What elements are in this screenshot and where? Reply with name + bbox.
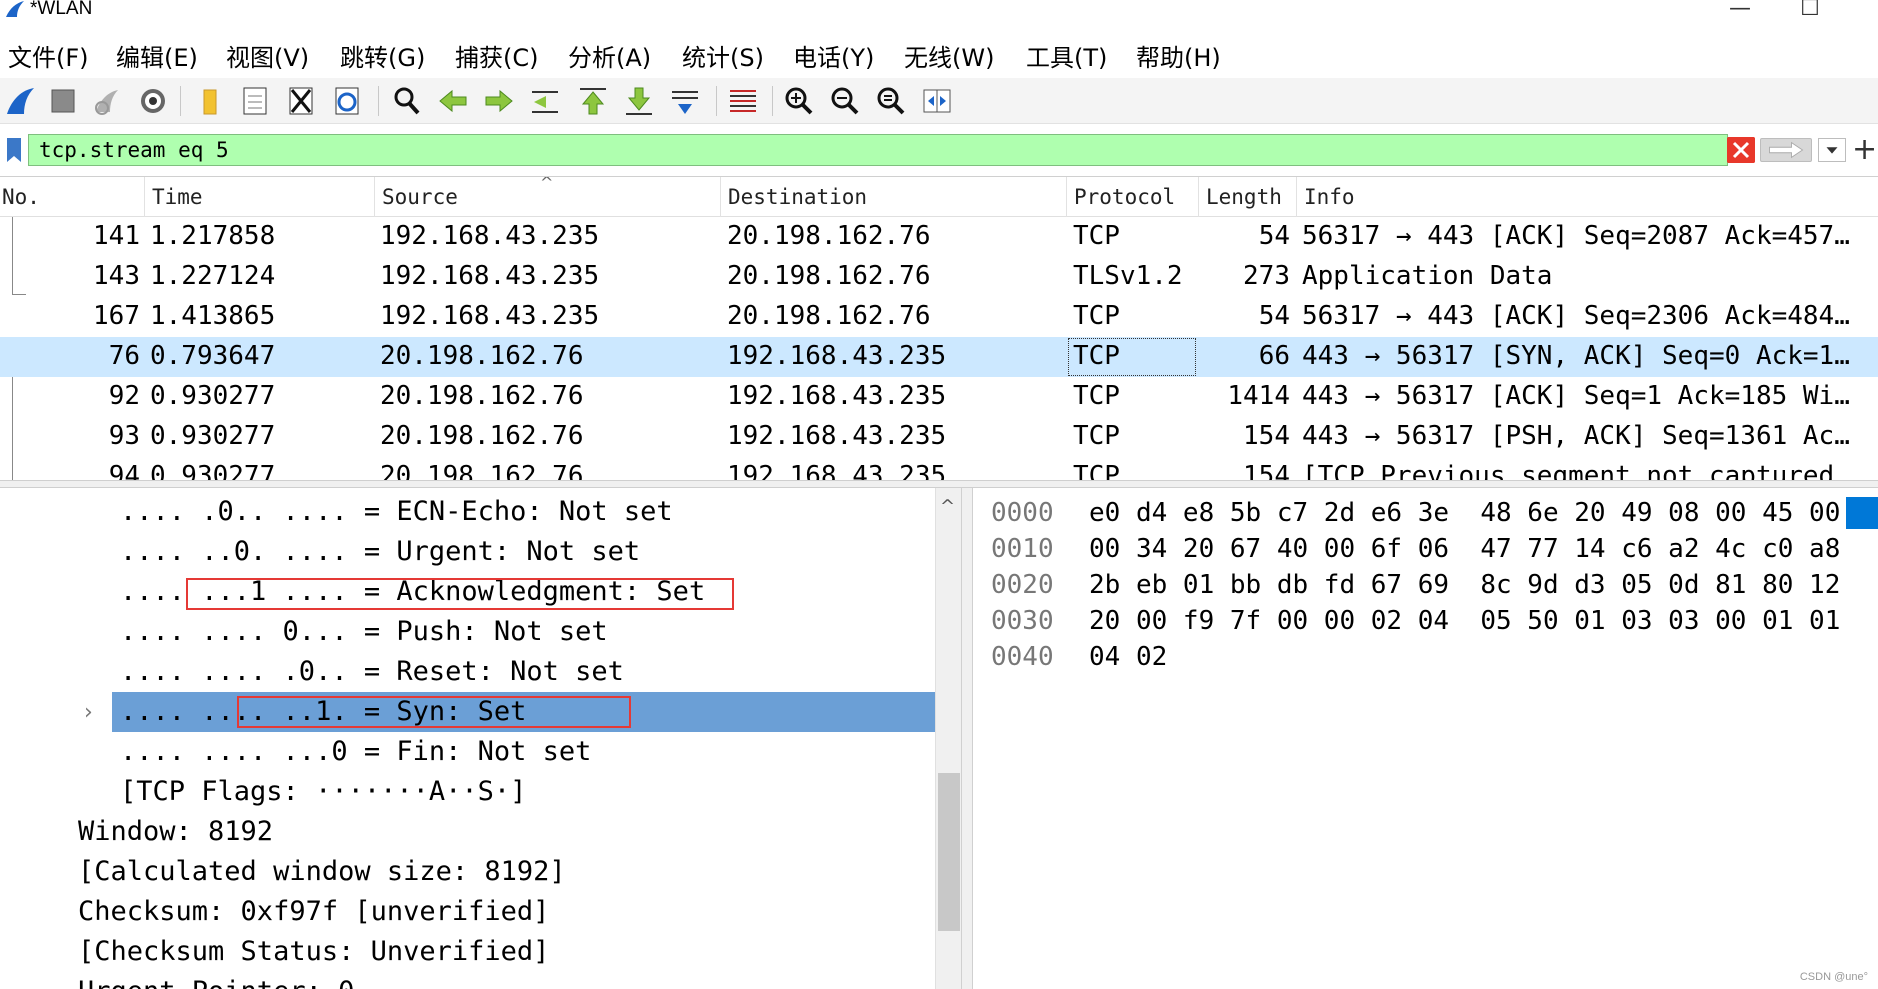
display-filter-bar: tcp.stream eq 5 + bbox=[0, 132, 1878, 168]
menu-edit[interactable]: 编辑(E) bbox=[116, 38, 198, 73]
packet-row[interactable]: 93 0.930277 20.198.162.76 192.168.43.235… bbox=[0, 417, 1878, 457]
restart-icon[interactable] bbox=[90, 84, 124, 118]
packet-row[interactable]: 94 0.930277 20.198.162.76 192.168.43.235… bbox=[0, 457, 1878, 480]
column-source[interactable]: Source bbox=[382, 185, 458, 209]
packet-bytes-pane: 0000 e0 d4 e8 5b c7 2d e6 3e 48 6e 20 49… bbox=[973, 488, 1878, 989]
reload-icon[interactable] bbox=[330, 84, 364, 118]
open-folder-icon[interactable] bbox=[194, 84, 228, 118]
menu-wireless[interactable]: 无线(W) bbox=[904, 38, 994, 73]
menu-bar: 文件(F) 编辑(E) 视图(V) 跳转(G) 捕获(C) 分析(A) 统计(S… bbox=[0, 32, 1878, 72]
zoom-in-icon[interactable] bbox=[782, 84, 816, 118]
sort-ascending-icon: ^ bbox=[540, 176, 554, 192]
details-scrollbar[interactable]: ^ bbox=[935, 488, 961, 989]
bookmark-icon[interactable] bbox=[4, 137, 24, 163]
add-filter-button[interactable]: + bbox=[1852, 132, 1877, 167]
annotation-box-syn bbox=[237, 696, 631, 728]
detail-line[interactable]: [Checksum Status: Unverified] bbox=[0, 932, 935, 972]
detail-line[interactable]: [TCP Flags: ·······A··S·] bbox=[0, 772, 935, 812]
display-filter-input[interactable]: tcp.stream eq 5 bbox=[28, 134, 1728, 166]
go-to-packet-icon[interactable] bbox=[528, 84, 562, 118]
menu-file[interactable]: 文件(F) bbox=[8, 38, 89, 73]
detail-line[interactable]: .... ..0. .... = Urgent: Not set bbox=[0, 532, 935, 572]
selected-byte-highlight bbox=[1846, 497, 1878, 529]
detail-line[interactable]: .... .... 0... = Push: Not set bbox=[0, 612, 935, 652]
packet-row[interactable]: 143 1.227124 192.168.43.235 20.198.162.7… bbox=[0, 257, 1878, 297]
menu-analyze[interactable]: 分析(A) bbox=[568, 38, 651, 73]
close-file-icon[interactable] bbox=[284, 84, 318, 118]
file-save-icon[interactable] bbox=[238, 84, 272, 118]
column-length[interactable]: Length bbox=[1206, 185, 1282, 209]
column-protocol[interactable]: Protocol bbox=[1074, 185, 1175, 209]
annotation-box-ack bbox=[186, 578, 734, 610]
options-gear-icon[interactable] bbox=[136, 84, 170, 118]
packet-row-selected[interactable]: 76 0.793647 20.198.162.76 192.168.43.235… bbox=[0, 337, 1878, 377]
scroll-up-icon[interactable]: ^ bbox=[940, 496, 955, 517]
detail-line[interactable]: [Calculated window size: 8192] bbox=[0, 852, 935, 892]
menu-telephony[interactable]: 电话(Y) bbox=[793, 38, 874, 73]
detail-line[interactable]: Checksum: 0xf97f [unverified] bbox=[0, 892, 935, 932]
packet-row[interactable]: 92 0.930277 20.198.162.76 192.168.43.235… bbox=[0, 377, 1878, 417]
bytes-row[interactable]: 0030 20 00 f9 7f 00 00 02 04 05 50 01 03… bbox=[973, 604, 1878, 640]
column-time[interactable]: Time bbox=[152, 185, 203, 209]
horizontal-splitter[interactable] bbox=[0, 480, 1878, 488]
bytes-row[interactable]: 0000 e0 d4 e8 5b c7 2d e6 3e 48 6e 20 49… bbox=[973, 496, 1878, 532]
column-info[interactable]: Info bbox=[1304, 185, 1355, 209]
wireshark-fin-icon bbox=[6, 1, 24, 17]
colorize-icon[interactable] bbox=[726, 84, 760, 118]
bytes-row[interactable]: 0040 04 02 bbox=[973, 640, 1878, 676]
menu-statistics[interactable]: 统计(S) bbox=[682, 38, 764, 73]
menu-go[interactable]: 跳转(G) bbox=[340, 38, 425, 73]
stop-icon[interactable] bbox=[46, 84, 80, 118]
detail-line[interactable]: .... .... .0.. = Reset: Not set bbox=[0, 652, 935, 692]
menu-view[interactable]: 视图(V) bbox=[226, 38, 309, 73]
detail-line[interactable]: .... .0.. .... = ECN-Echo: Not set bbox=[0, 492, 935, 532]
normal-size-icon[interactable] bbox=[874, 84, 908, 118]
menu-capture[interactable]: 捕获(C) bbox=[455, 38, 538, 73]
go-back-icon[interactable] bbox=[436, 84, 470, 118]
packet-row[interactable]: 141 1.217858 192.168.43.235 20.198.162.7… bbox=[0, 217, 1878, 257]
column-no[interactable]: No. bbox=[2, 185, 40, 209]
column-destination[interactable]: Destination bbox=[728, 185, 867, 209]
watermark: CSDN @une° bbox=[1799, 971, 1868, 983]
chevron-down-icon[interactable] bbox=[1818, 138, 1846, 162]
packet-details-tree: .... .0.. .... = ECN-Echo: Not set .... … bbox=[0, 488, 970, 989]
bytes-row[interactable]: 0020 2b eb 01 bb db fd 67 69 8c 9d d3 05… bbox=[973, 568, 1878, 604]
last-packet-icon[interactable] bbox=[622, 84, 656, 118]
find-icon[interactable] bbox=[390, 84, 424, 118]
first-packet-icon[interactable] bbox=[576, 84, 610, 118]
clear-filter-icon[interactable] bbox=[1727, 137, 1755, 163]
apply-filter-arrow-icon[interactable] bbox=[1760, 138, 1812, 162]
zoom-out-icon[interactable] bbox=[828, 84, 862, 118]
window-title: *WLAN bbox=[30, 0, 93, 19]
shark-start-icon[interactable] bbox=[4, 84, 38, 118]
go-forward-icon[interactable] bbox=[482, 84, 516, 118]
main-toolbar bbox=[0, 78, 1878, 124]
resize-columns-icon[interactable] bbox=[920, 84, 954, 118]
title-bar: *WLAN — ☐ bbox=[0, 0, 1878, 24]
detail-line[interactable]: Window: 8192 bbox=[0, 812, 935, 852]
packet-list: No. Time Source ^ Destination Protocol L… bbox=[0, 176, 1878, 480]
packet-row[interactable]: 167 1.413865 192.168.43.235 20.198.162.7… bbox=[0, 297, 1878, 337]
bytes-row[interactable]: 0010 00 34 20 67 40 00 6f 06 47 77 14 c6… bbox=[973, 532, 1878, 568]
minimize-button[interactable]: — bbox=[1720, 0, 1760, 21]
detail-line[interactable]: Urgent Pointer: 0 bbox=[0, 972, 935, 989]
menu-help[interactable]: 帮助(H) bbox=[1136, 38, 1221, 73]
autoscroll-icon[interactable] bbox=[668, 84, 702, 118]
scrollbar-thumb[interactable] bbox=[938, 773, 960, 931]
packet-list-header: No. Time Source ^ Destination Protocol L… bbox=[0, 177, 1878, 217]
vertical-splitter[interactable] bbox=[961, 488, 973, 989]
menu-tools[interactable]: 工具(T) bbox=[1026, 38, 1107, 73]
maximize-button[interactable]: ☐ bbox=[1790, 0, 1830, 21]
detail-line[interactable]: .... .... ...0 = Fin: Not set bbox=[0, 732, 935, 772]
expand-arrow-icon[interactable]: › bbox=[84, 700, 93, 725]
